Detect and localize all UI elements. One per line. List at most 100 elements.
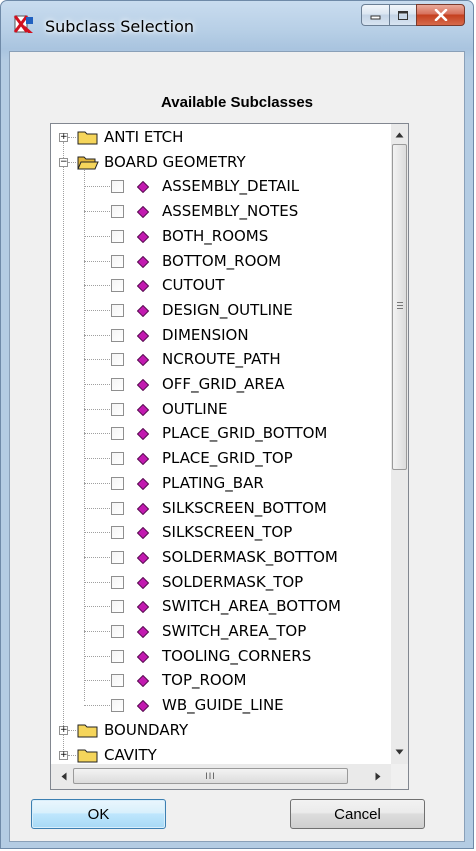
expand-toggle-icon[interactable]: + bbox=[59, 725, 68, 735]
maximize-icon bbox=[398, 10, 408, 20]
scroll-corner bbox=[391, 764, 408, 789]
subclass-diamond-icon bbox=[137, 601, 149, 614]
subclass-checkbox[interactable] bbox=[111, 328, 124, 342]
scroll-down-arrow[interactable] bbox=[391, 743, 408, 760]
caption-buttons bbox=[361, 4, 465, 26]
close-button[interactable] bbox=[416, 4, 465, 26]
subclass-checkbox[interactable] bbox=[111, 501, 124, 515]
tree-class-cavity[interactable]: + CAVITY bbox=[51, 743, 377, 765]
subclass-diamond-icon bbox=[137, 206, 149, 219]
subclass-item[interactable]: SWITCH_AREA_TOP bbox=[51, 619, 377, 644]
subclass-diamond-icon bbox=[137, 650, 149, 663]
horizontal-scrollbar[interactable]: III bbox=[51, 764, 391, 789]
subclass-item[interactable]: BOTTOM_ROOM bbox=[51, 249, 377, 274]
close-icon bbox=[434, 9, 447, 21]
vertical-scrollbar[interactable] bbox=[391, 124, 408, 764]
subclass-diamond-icon bbox=[137, 551, 149, 564]
tree-connector bbox=[84, 186, 110, 188]
subclass-item[interactable]: WB_GUIDE_LINE bbox=[51, 693, 377, 718]
subclass-checkbox[interactable] bbox=[111, 353, 124, 367]
subclass-tree[interactable]: + ANTI ETCH − BOARD GEOMETRY ASSEMBLY_DETAIL… bbox=[50, 123, 409, 790]
tree-class-boundary[interactable]: + BOUNDARY bbox=[51, 718, 377, 743]
subclass-item[interactable]: BOTH_ROOMS bbox=[51, 224, 377, 249]
subclass-item[interactable]: ASSEMBLY_NOTES bbox=[51, 199, 377, 224]
subclass-item[interactable]: TOP_ROOM bbox=[51, 668, 377, 693]
expand-toggle-icon[interactable]: + bbox=[59, 133, 68, 142]
subclass-checkbox[interactable] bbox=[111, 205, 124, 219]
subclass-checkbox[interactable] bbox=[111, 625, 124, 638]
subclass-item[interactable]: CUTOUT bbox=[51, 273, 377, 298]
subclass-label: OUTLINE bbox=[162, 399, 228, 418]
tree-connector bbox=[84, 359, 110, 361]
horizontal-scroll-thumb[interactable]: III bbox=[73, 768, 348, 784]
tree-connector bbox=[68, 161, 76, 163]
scroll-grip: III bbox=[205, 771, 216, 781]
subclass-item[interactable]: NCROUTE_PATH bbox=[51, 347, 377, 372]
subclass-checkbox[interactable] bbox=[111, 674, 124, 688]
subclass-diamond-icon bbox=[137, 477, 149, 490]
subclass-checkbox[interactable] bbox=[111, 699, 124, 713]
subclass-checkbox[interactable] bbox=[111, 575, 124, 589]
maximize-button[interactable] bbox=[389, 4, 416, 26]
subclass-item[interactable]: OUTLINE bbox=[51, 397, 377, 422]
tree-content: + ANTI ETCH − BOARD GEOMETRY ASSEMBLY_DETAIL… bbox=[51, 124, 377, 764]
scroll-left-arrow[interactable] bbox=[55, 768, 72, 785]
open-folder-icon bbox=[77, 156, 99, 170]
subclass-item[interactable]: ASSEMBLY_DETAIL bbox=[51, 174, 377, 199]
subclass-item[interactable]: SOLDERMASK_BOTTOM bbox=[51, 545, 377, 570]
vertical-scroll-thumb[interactable] bbox=[392, 144, 407, 470]
subclass-checkbox[interactable] bbox=[111, 526, 124, 540]
cancel-button[interactable]: Cancel bbox=[290, 799, 425, 829]
subclass-checkbox[interactable] bbox=[111, 427, 124, 441]
subclass-checkbox[interactable] bbox=[111, 254, 124, 268]
subclass-checkbox[interactable] bbox=[111, 402, 124, 416]
subclass-item[interactable]: SILKSCREEN_TOP bbox=[51, 520, 377, 545]
subclass-item[interactable]: SILKSCREEN_BOTTOM bbox=[51, 496, 377, 521]
subclass-checkbox[interactable] bbox=[111, 229, 124, 243]
tree-connector bbox=[84, 260, 110, 262]
subclass-label: DESIGN_OUTLINE bbox=[162, 300, 293, 319]
subclass-checkbox[interactable] bbox=[111, 378, 124, 391]
minimize-button[interactable] bbox=[361, 4, 389, 26]
subclass-diamond-icon bbox=[137, 255, 149, 268]
subclass-diamond-icon bbox=[137, 675, 149, 688]
subclass-checkbox[interactable] bbox=[111, 303, 124, 317]
subclass-checkbox[interactable] bbox=[111, 180, 124, 194]
grip-line bbox=[397, 302, 403, 303]
class-label: ANTI ETCH bbox=[104, 128, 184, 146]
subclass-item[interactable]: PLACE_GRID_TOP bbox=[51, 446, 377, 471]
subclass-diamond-icon bbox=[137, 230, 149, 243]
tree-connector bbox=[84, 532, 110, 534]
tree-class-board-geometry[interactable]: − BOARD GEOMETRY bbox=[51, 150, 377, 175]
tree-connector bbox=[84, 408, 110, 410]
subclass-checkbox[interactable] bbox=[111, 600, 124, 614]
dialog-window: Subclass Selection Available Subclasses … bbox=[0, 0, 474, 849]
subclass-checkbox[interactable] bbox=[111, 649, 124, 663]
subclass-item[interactable]: PLACE_GRID_BOTTOM bbox=[51, 421, 377, 446]
subclass-checkbox[interactable] bbox=[111, 550, 124, 564]
subclass-item[interactable]: OFF_GRID_AREA bbox=[51, 372, 377, 397]
subclass-item[interactable]: SWITCH_AREA_BOTTOM bbox=[51, 594, 377, 619]
dialog-body: Available Subclasses + ANTI ETCH − BOARD GE… bbox=[9, 51, 465, 842]
scroll-up-arrow[interactable] bbox=[391, 126, 408, 143]
ok-button[interactable]: OK bbox=[31, 799, 166, 829]
subclass-item[interactable]: TOOLING_CORNERS bbox=[51, 644, 377, 669]
subclass-item[interactable]: DESIGN_OUTLINE bbox=[51, 298, 377, 323]
minimize-icon bbox=[370, 15, 380, 20]
collapse-toggle-icon[interactable]: − bbox=[59, 157, 68, 167]
subclass-diamond-icon bbox=[137, 502, 149, 515]
subclass-item[interactable]: DIMENSION bbox=[51, 323, 377, 348]
expand-toggle-icon[interactable]: + bbox=[59, 750, 68, 760]
subclass-item[interactable]: PLATING_BAR bbox=[51, 471, 377, 496]
subclass-item[interactable]: SOLDERMASK_TOP bbox=[51, 570, 377, 595]
title-bar[interactable]: Subclass Selection bbox=[1, 1, 473, 51]
subclass-checkbox[interactable] bbox=[111, 452, 124, 466]
subclass-label: PLATING_BAR bbox=[162, 473, 264, 492]
scroll-right-arrow[interactable] bbox=[369, 768, 386, 785]
subclass-checkbox[interactable] bbox=[111, 476, 124, 490]
subclass-label: SILKSCREEN_TOP bbox=[162, 523, 293, 542]
class-label: BOARD GEOMETRY bbox=[104, 152, 246, 171]
tree-class-anti-etch[interactable]: + ANTI ETCH bbox=[51, 125, 377, 150]
subclass-checkbox[interactable] bbox=[111, 279, 124, 293]
subclass-label: BOTTOM_ROOM bbox=[162, 251, 282, 270]
